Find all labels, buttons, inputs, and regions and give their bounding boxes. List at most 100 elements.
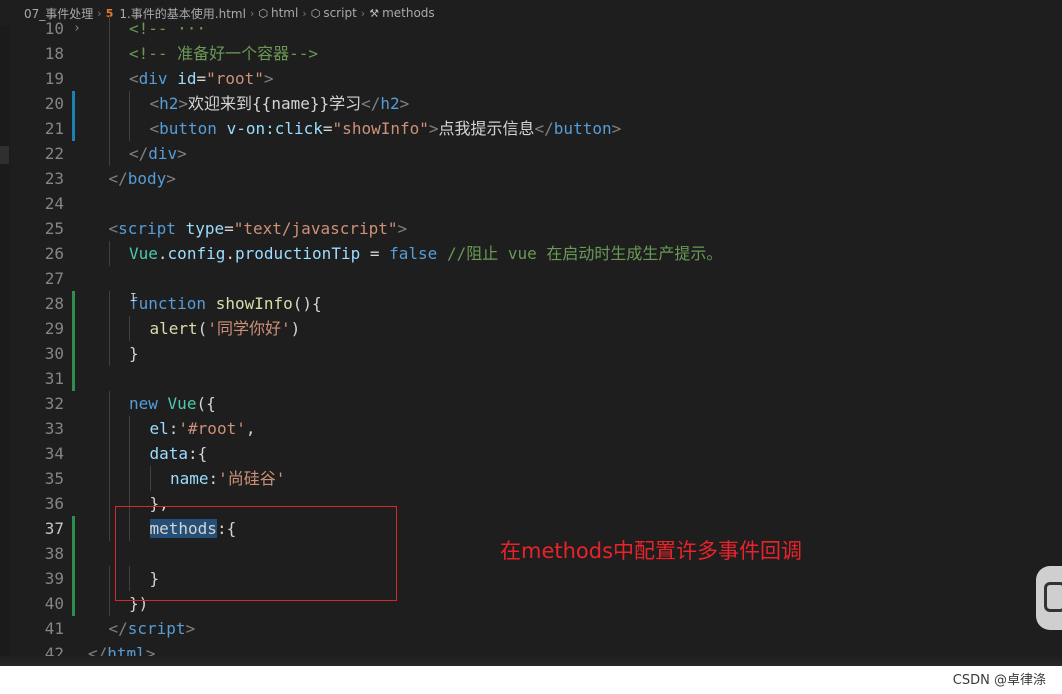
indent-guide bbox=[108, 241, 110, 266]
code-line[interactable]: 34 data:{ bbox=[0, 441, 1062, 466]
line-number: 33 bbox=[44, 419, 64, 438]
gutter-change-marker bbox=[72, 291, 75, 316]
code-token: </ bbox=[129, 144, 149, 163]
code-line[interactable]: 33 el:'#root', bbox=[0, 416, 1062, 441]
code-text[interactable]: <div id="root"> bbox=[129, 66, 274, 91]
code-token: Vue bbox=[167, 394, 197, 413]
code-line[interactable]: 25 <script type="text/javascript"> bbox=[0, 216, 1062, 241]
indent-guide bbox=[108, 116, 110, 141]
indent-guide bbox=[129, 91, 130, 116]
code-line[interactable]: 41 </script> bbox=[0, 616, 1062, 641]
code-token: = bbox=[322, 119, 333, 138]
code-token: > bbox=[263, 69, 274, 88]
code-token: 点我提示信息 bbox=[438, 119, 535, 138]
code-token: < bbox=[129, 69, 139, 88]
indent-guide bbox=[108, 316, 110, 341]
line-number: 32 bbox=[44, 394, 64, 413]
code-token: productionTip bbox=[234, 244, 361, 263]
code-line[interactable]: 20 <h2>欢迎来到{{name}}学习</h2> bbox=[0, 91, 1062, 116]
indent-guide bbox=[108, 441, 110, 466]
code-token: id bbox=[177, 69, 197, 88]
code-text[interactable]: <!-- ··· bbox=[129, 16, 206, 41]
code-token: name bbox=[170, 469, 209, 488]
code-token: = bbox=[224, 219, 234, 238]
code-token: div bbox=[138, 69, 168, 88]
gutter-change-marker bbox=[72, 566, 75, 591]
code-token: :{ bbox=[188, 444, 208, 463]
code-token: = bbox=[196, 69, 207, 88]
line-number: 35 bbox=[44, 469, 64, 488]
line-number: 30 bbox=[44, 344, 64, 363]
code-line[interactable]: 21 <button v-on:click="showInfo">点我提示信息</… bbox=[0, 116, 1062, 141]
code-line[interactable]: 10 › <!-- ··· bbox=[0, 16, 1062, 41]
code-text[interactable]: <!-- 准备好一个容器--> bbox=[129, 41, 318, 66]
code-text[interactable]: el:'#root', bbox=[150, 416, 256, 441]
line-number: 41 bbox=[44, 619, 64, 638]
code-token: ( bbox=[197, 319, 208, 338]
code-token: //阻止 vue 在启动时生成生产提示。 bbox=[446, 244, 723, 263]
code-line[interactable]: 35 name:'尚硅谷' bbox=[0, 466, 1062, 491]
code-line[interactable]: 29 alert('同学你好') bbox=[0, 316, 1062, 341]
code-line[interactable]: 31 bbox=[0, 366, 1062, 391]
code-line[interactable]: 22 </div> bbox=[0, 141, 1062, 166]
code-token: "showInfo" bbox=[332, 119, 429, 138]
gutter-change-marker bbox=[72, 366, 75, 391]
code-token: type bbox=[185, 219, 225, 238]
code-line[interactable]: 32 new Vue({ bbox=[0, 391, 1062, 416]
code-text[interactable]: <script type="text/javascript"> bbox=[109, 216, 408, 241]
indent-guide bbox=[108, 91, 110, 116]
code-line[interactable]: 26 Vue.config.productionTip = false //阻止 … bbox=[0, 241, 1062, 266]
indent-guide bbox=[129, 466, 130, 491]
indent-guide bbox=[108, 141, 110, 166]
code-text[interactable]: Vue.config.productionTip = false //阻止 vu… bbox=[129, 241, 722, 266]
indent-guide bbox=[129, 116, 130, 141]
code-token: > bbox=[397, 219, 408, 238]
code-text[interactable]: <h2>欢迎来到{{name}}学习</h2> bbox=[150, 91, 410, 116]
code-text[interactable]: </div> bbox=[129, 141, 187, 166]
code-token: config bbox=[167, 244, 226, 263]
code-text[interactable]: new Vue({ bbox=[129, 391, 216, 416]
code-text[interactable]: </body> bbox=[109, 166, 176, 191]
code-token: script bbox=[127, 619, 186, 638]
indent-guide bbox=[108, 516, 110, 541]
indent-guide bbox=[108, 416, 110, 441]
indent-guide bbox=[108, 391, 110, 416]
code-line[interactable]: 24 bbox=[0, 191, 1062, 216]
code-line[interactable]: 23 </body> bbox=[0, 166, 1062, 191]
code-line[interactable]: 19 <div id="root"> bbox=[0, 66, 1062, 91]
code-text[interactable]: } bbox=[129, 341, 139, 366]
code-text[interactable]: data:{ bbox=[150, 441, 208, 466]
line-number: 39 bbox=[44, 569, 64, 588]
line-number: 34 bbox=[44, 444, 64, 463]
code-line[interactable]: 30} bbox=[0, 341, 1062, 366]
code-token: h2 bbox=[159, 94, 179, 113]
code-token: : bbox=[208, 469, 219, 488]
code-text[interactable]: <button v-on:click="showInfo">点我提示信息</bu… bbox=[150, 116, 622, 141]
bottom-bar bbox=[0, 666, 1062, 694]
gutter-change-marker bbox=[72, 116, 75, 141]
code-token: </ bbox=[108, 169, 128, 188]
code-token: body bbox=[127, 169, 167, 188]
indent-guide bbox=[129, 316, 130, 341]
indent-guide bbox=[108, 341, 110, 366]
floating-widget[interactable] bbox=[1036, 566, 1062, 630]
code-token: . bbox=[225, 244, 235, 263]
code-text[interactable]: </script> bbox=[109, 616, 196, 641]
code-text[interactable]: name:'尚硅谷' bbox=[170, 466, 285, 491]
code-text[interactable]: function showInfo(){ bbox=[129, 291, 322, 316]
code-text[interactable]: alert('同学你好') bbox=[150, 316, 301, 341]
indent-guide bbox=[108, 66, 110, 91]
indent-guide bbox=[108, 491, 110, 516]
code-token: script bbox=[118, 219, 176, 238]
code-line[interactable]: 28 function showInfo(){ bbox=[0, 291, 1062, 316]
code-token: "text/javascript" bbox=[233, 219, 398, 238]
fold-chevron-icon[interactable]: › bbox=[73, 16, 81, 41]
indent-guide bbox=[108, 591, 110, 616]
code-token: '#root' bbox=[178, 419, 246, 438]
code-line[interactable]: 27 bbox=[0, 266, 1062, 291]
code-token: alert bbox=[149, 319, 198, 338]
code-line[interactable]: 18 <!-- 准备好一个容器--> bbox=[0, 41, 1062, 66]
